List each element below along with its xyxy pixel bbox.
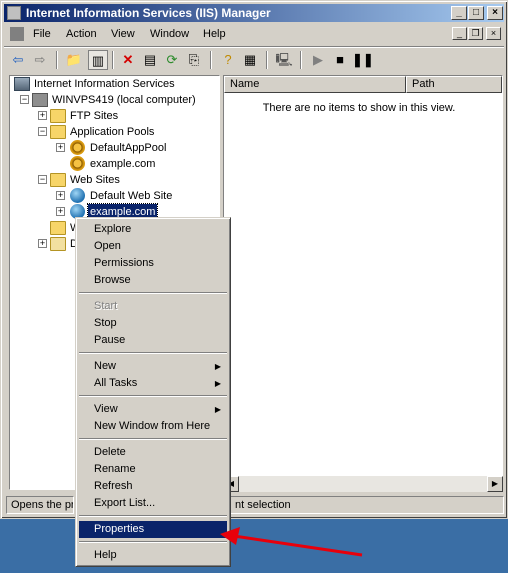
annotation-arrow (220, 527, 363, 557)
arrow-shaft (233, 534, 363, 557)
arrow-head (220, 527, 240, 545)
